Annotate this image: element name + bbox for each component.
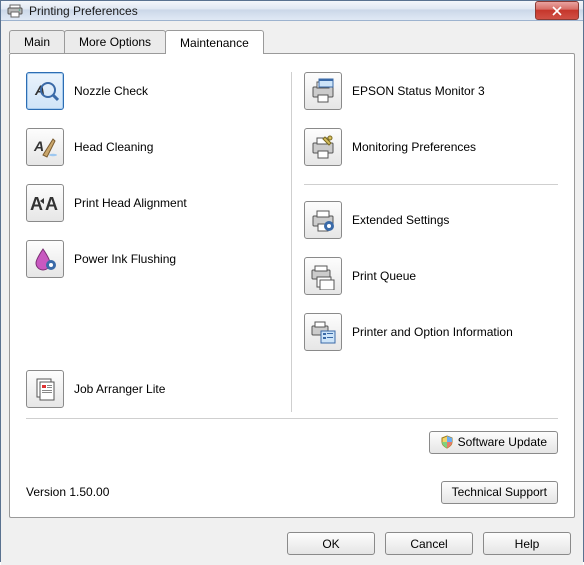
nozzle-check-button[interactable]: A <box>26 72 64 110</box>
printer-icon <box>7 3 23 19</box>
shield-icon <box>440 435 454 449</box>
dialog-footer: OK Cancel Help <box>1 526 583 565</box>
monitoring-preferences-label: Monitoring Preferences <box>352 140 476 154</box>
printer-stack-icon <box>309 262 337 290</box>
tab-more-options[interactable]: More Options <box>64 30 166 53</box>
divider-bottom <box>26 418 558 419</box>
software-update-label: Software Update <box>458 435 547 449</box>
monitoring-preferences-item: Monitoring Preferences <box>304 128 558 166</box>
version-label: Version 1.50.00 <box>26 485 109 499</box>
power-ink-flushing-label: Power Ink Flushing <box>74 252 176 266</box>
droplet-gear-icon <box>31 245 59 273</box>
epson-status-monitor-label: EPSON Status Monitor 3 <box>352 84 485 98</box>
ok-label: OK <box>322 537 339 551</box>
extended-settings-label: Extended Settings <box>352 213 449 227</box>
svg-text:A: A <box>30 194 43 214</box>
print-queue-button[interactable] <box>304 257 342 295</box>
window-title: Printing Preferences <box>29 4 535 18</box>
technical-support-label: Technical Support <box>452 485 547 499</box>
job-arranger-lite-item: Job Arranger Lite <box>26 370 285 408</box>
print-queue-item: Print Queue <box>304 257 558 295</box>
tab-maintenance[interactable]: Maintenance <box>165 30 264 54</box>
monitoring-preferences-button[interactable] <box>304 128 342 166</box>
extended-settings-item: Extended Settings <box>304 201 558 239</box>
cancel-button[interactable]: Cancel <box>385 532 473 555</box>
print-head-alignment-item: A A Print Head Alignment <box>26 184 285 222</box>
technical-support-button[interactable]: Technical Support <box>441 481 558 504</box>
head-cleaning-label: Head Cleaning <box>74 140 153 154</box>
nozzle-check-label: Nozzle Check <box>74 84 148 98</box>
head-cleaning-item: A Head Cleaning <box>26 128 285 166</box>
job-arranger-lite-label: Job Arranger Lite <box>74 382 165 396</box>
help-label: Help <box>515 537 540 551</box>
client-area: Main More Options Maintenance A <box>1 21 583 565</box>
printer-gear-icon <box>309 206 337 234</box>
head-cleaning-button[interactable]: A <box>26 128 64 166</box>
print-head-alignment-label: Print Head Alignment <box>74 196 187 210</box>
feather-a-icon: A <box>31 133 59 161</box>
printer-list-icon <box>309 318 337 346</box>
extended-settings-button[interactable] <box>304 201 342 239</box>
software-update-row: Software Update <box>26 429 558 455</box>
tab-main[interactable]: Main <box>9 30 65 53</box>
left-column: A Nozzle Check A <box>26 72 292 412</box>
version-row: Version 1.50.00 Technical Support <box>26 479 558 505</box>
svg-text:A: A <box>45 194 58 214</box>
print-queue-label: Print Queue <box>352 269 416 283</box>
power-ink-flushing-item: Power Ink Flushing <box>26 240 285 278</box>
printer-window-icon <box>309 77 337 105</box>
magnifier-a-icon: A <box>31 77 59 105</box>
epson-status-monitor-item: EPSON Status Monitor 3 <box>304 72 558 110</box>
right-column: EPSON Status Monitor 3 M <box>292 72 558 412</box>
epson-status-monitor-button[interactable] <box>304 72 342 110</box>
maintenance-panel: A Nozzle Check A <box>9 53 575 518</box>
help-button[interactable]: Help <box>483 532 571 555</box>
software-update-button[interactable]: Software Update <box>429 431 558 454</box>
printing-preferences-window: Printing Preferences Main More Options M… <box>0 0 584 562</box>
print-head-alignment-button[interactable]: A A <box>26 184 64 222</box>
ok-button[interactable]: OK <box>287 532 375 555</box>
aa-icon: A A <box>30 190 60 216</box>
close-button[interactable] <box>535 1 579 20</box>
printer-option-info-label: Printer and Option Information <box>352 325 513 339</box>
printer-wrench-icon <box>309 133 337 161</box>
documents-icon <box>31 375 59 403</box>
power-ink-flushing-button[interactable] <box>26 240 64 278</box>
titlebar: Printing Preferences <box>1 1 583 21</box>
svg-text:A: A <box>33 138 44 154</box>
job-arranger-lite-button[interactable] <box>26 370 64 408</box>
tabstrip: Main More Options Maintenance <box>1 21 583 53</box>
nozzle-check-item: A Nozzle Check <box>26 72 285 110</box>
divider-right <box>304 184 558 185</box>
cancel-label: Cancel <box>410 537 447 551</box>
printer-option-info-button[interactable] <box>304 313 342 351</box>
printer-option-info-item: Printer and Option Information <box>304 313 558 351</box>
